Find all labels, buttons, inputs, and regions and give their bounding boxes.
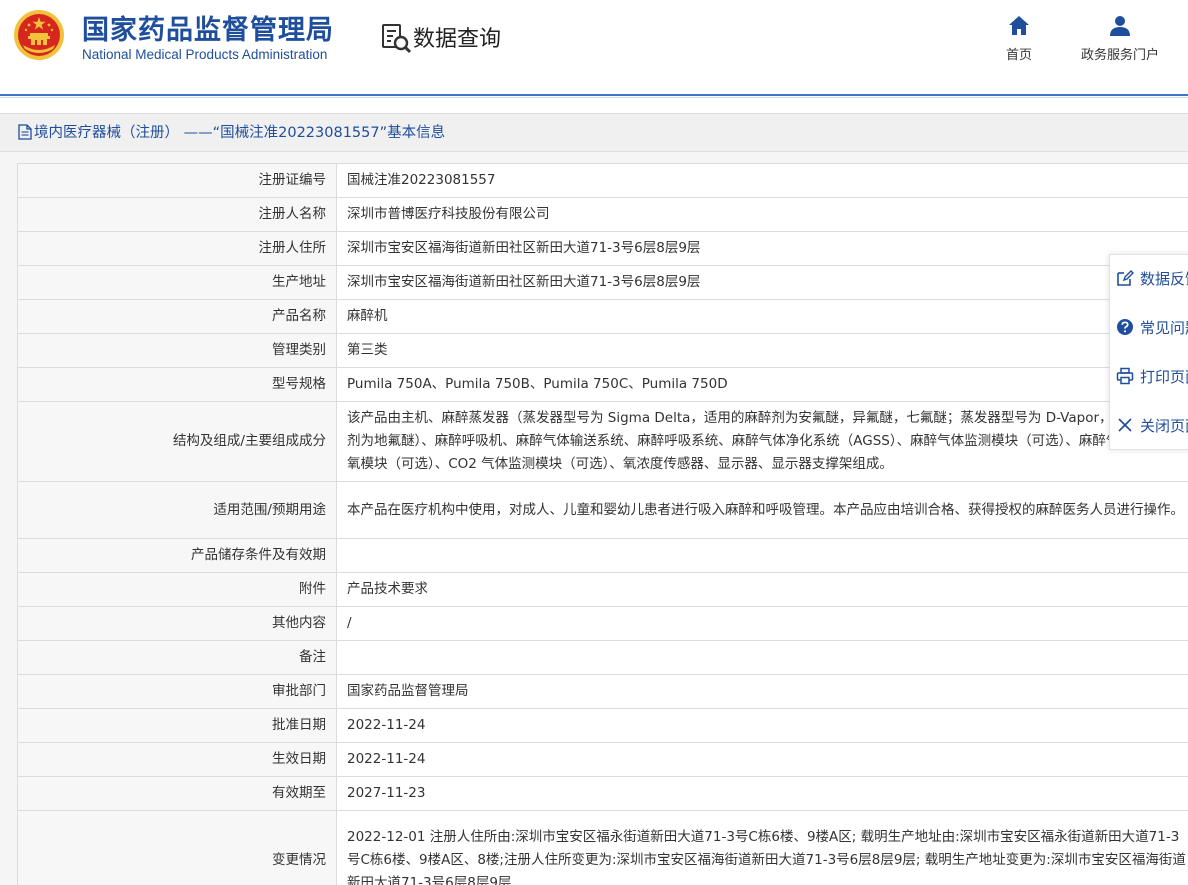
table-row: 备注 [17, 640, 1188, 675]
row-value [336, 640, 1188, 675]
national-emblem-icon [14, 10, 64, 60]
table-row: 结构及组成/主要组成成分 该产品由主机、麻醉蒸发器（蒸发器型号为 Sigma D… [17, 401, 1188, 482]
panel-title-text: 境内医疗器械（注册） ——“国械注准20223081557”基本信息 [34, 125, 446, 141]
feedback-button[interactable]: 数据反馈 [1110, 255, 1188, 304]
table-row: 注册人住所 深圳市宝安区福海街道新田社区新田大道71-3号6层8层9层 [17, 231, 1188, 266]
header-divider-thin [0, 97, 1188, 98]
row-label: 备注 [17, 640, 337, 675]
print-label: 打印页面 [1140, 368, 1188, 386]
table-row: 批准日期 2022-11-24 [17, 708, 1188, 743]
row-label: 注册人名称 [17, 197, 337, 232]
table-row: 管理类别 第三类 [17, 333, 1188, 368]
info-table: 注册证编号 国械注准20223081557 注册人名称 深圳市普博医疗科技股份有… [17, 163, 1188, 885]
table-row: 型号规格 Pumila 750A、Pumila 750B、Pumila 750C… [17, 367, 1188, 402]
row-value: 2022-12-01 注册人住所由:深圳市宝安区福永街道新田大道71-3号C栋6… [336, 810, 1188, 885]
table-row: 附件 产品技术要求 [17, 572, 1188, 607]
nav-portal-link[interactable]: 政务服务门户 [1068, 14, 1172, 63]
close-icon [1118, 418, 1132, 432]
nav-home-link[interactable]: 首页 [995, 14, 1043, 63]
feedback-label: 数据反馈 [1140, 270, 1188, 288]
table-row: 生产地址 深圳市宝安区福海街道新田社区新田大道71-3号6层8层9层 [17, 265, 1188, 300]
row-label: 结构及组成/主要组成成分 [17, 401, 337, 482]
row-value: 深圳市宝安区福海街道新田社区新田大道71-3号6层8层9层 [336, 265, 1188, 300]
data-query-icon [382, 24, 412, 54]
table-row: 注册人名称 深圳市普博医疗科技股份有限公司 [17, 197, 1188, 232]
print-button[interactable]: 打印页面 [1110, 353, 1188, 402]
brand-name-en: National Medical Products Administration [82, 47, 328, 62]
row-value: 深圳市普博医疗科技股份有限公司 [336, 197, 1188, 232]
row-label: 适用范围/预期用途 [17, 481, 337, 539]
faq-button[interactable]: 常见问题 [1110, 304, 1188, 353]
row-label: 注册人住所 [17, 231, 337, 266]
table-row: 注册证编号 国械注准20223081557 [17, 163, 1188, 198]
table-row: 有效期至 2027-11-23 [17, 776, 1188, 811]
home-icon [1009, 16, 1029, 35]
table-row: 产品储存条件及有效期 [17, 538, 1188, 573]
row-value: / [336, 606, 1188, 641]
header-divider [0, 94, 1188, 96]
row-label: 其他内容 [17, 606, 337, 641]
row-label: 生产地址 [17, 265, 337, 300]
row-value [336, 538, 1188, 573]
close-page-button[interactable]: 关闭页面 [1110, 402, 1188, 451]
row-value: 第三类 [336, 333, 1188, 368]
site-header: 国家药品监督管理局 National Medical Products Admi… [0, 0, 1188, 94]
document-icon [18, 124, 32, 140]
table-row: 产品名称 麻醉机 [17, 299, 1188, 334]
table-row: 生效日期 2022-11-24 [17, 742, 1188, 777]
row-value: 国家药品监督管理局 [336, 674, 1188, 709]
panel-title: 境内医疗器械（注册） ——“国械注准20223081557”基本信息 [0, 114, 1188, 152]
table-row: 其他内容 / [17, 606, 1188, 641]
table-row: 变更情况 2022-12-01 注册人住所由:深圳市宝安区福永街道新田大道71-… [17, 810, 1188, 885]
info-table-container: 注册证编号 国械注准20223081557 注册人名称 深圳市普博医疗科技股份有… [17, 163, 1188, 885]
row-label: 生效日期 [17, 742, 337, 777]
row-label: 产品名称 [17, 299, 337, 334]
row-value: 国械注准20223081557 [336, 163, 1188, 198]
data-query-title: 数据查询 [413, 27, 502, 52]
row-label: 变更情况 [17, 810, 337, 885]
close-page-label: 关闭页面 [1140, 417, 1188, 435]
row-label: 型号规格 [17, 367, 337, 402]
row-label: 有效期至 [17, 776, 337, 811]
user-icon [1110, 16, 1130, 36]
row-value: 本产品在医疗机构中使用，对成人、儿童和婴幼儿患者进行吸入麻醉和呼吸管理。本产品应… [336, 481, 1188, 539]
row-value: 产品技术要求 [336, 572, 1188, 607]
question-circle-icon [1117, 319, 1133, 335]
row-value: 该产品由主机、麻醉蒸发器（蒸发器型号为 Sigma Delta，适用的麻醉剂为安… [336, 401, 1188, 482]
row-value: 深圳市宝安区福海街道新田社区新田大道71-3号6层8层9层 [336, 231, 1188, 266]
row-value: 2027-11-23 [336, 776, 1188, 811]
row-label: 管理类别 [17, 333, 337, 368]
floating-side-menu: 数据反馈 常见问题 打印页面 关闭页面 [1109, 254, 1188, 450]
faq-label: 常见问题 [1140, 319, 1188, 337]
row-label: 审批部门 [17, 674, 337, 709]
row-label: 产品储存条件及有效期 [17, 538, 337, 573]
row-value: 2022-11-24 [336, 708, 1188, 743]
row-value: Pumila 750A、Pumila 750B、Pumila 750C、Pumi… [336, 367, 1188, 402]
row-value: 麻醉机 [336, 299, 1188, 334]
table-row: 适用范围/预期用途 本产品在医疗机构中使用，对成人、儿童和婴幼儿患者进行吸入麻醉… [17, 481, 1188, 539]
printer-icon [1116, 367, 1134, 385]
nav-home-label: 首页 [1005, 48, 1032, 63]
row-label: 注册证编号 [17, 163, 337, 198]
nav-portal-label: 政务服务门户 [1080, 48, 1159, 63]
table-row: 审批部门 国家药品监督管理局 [17, 674, 1188, 709]
row-label: 批准日期 [17, 708, 337, 743]
row-value: 2022-11-24 [336, 742, 1188, 777]
edit-icon [1117, 270, 1134, 286]
brand-name-cn: 国家药品监督管理局 [82, 15, 334, 46]
row-label: 附件 [17, 572, 337, 607]
